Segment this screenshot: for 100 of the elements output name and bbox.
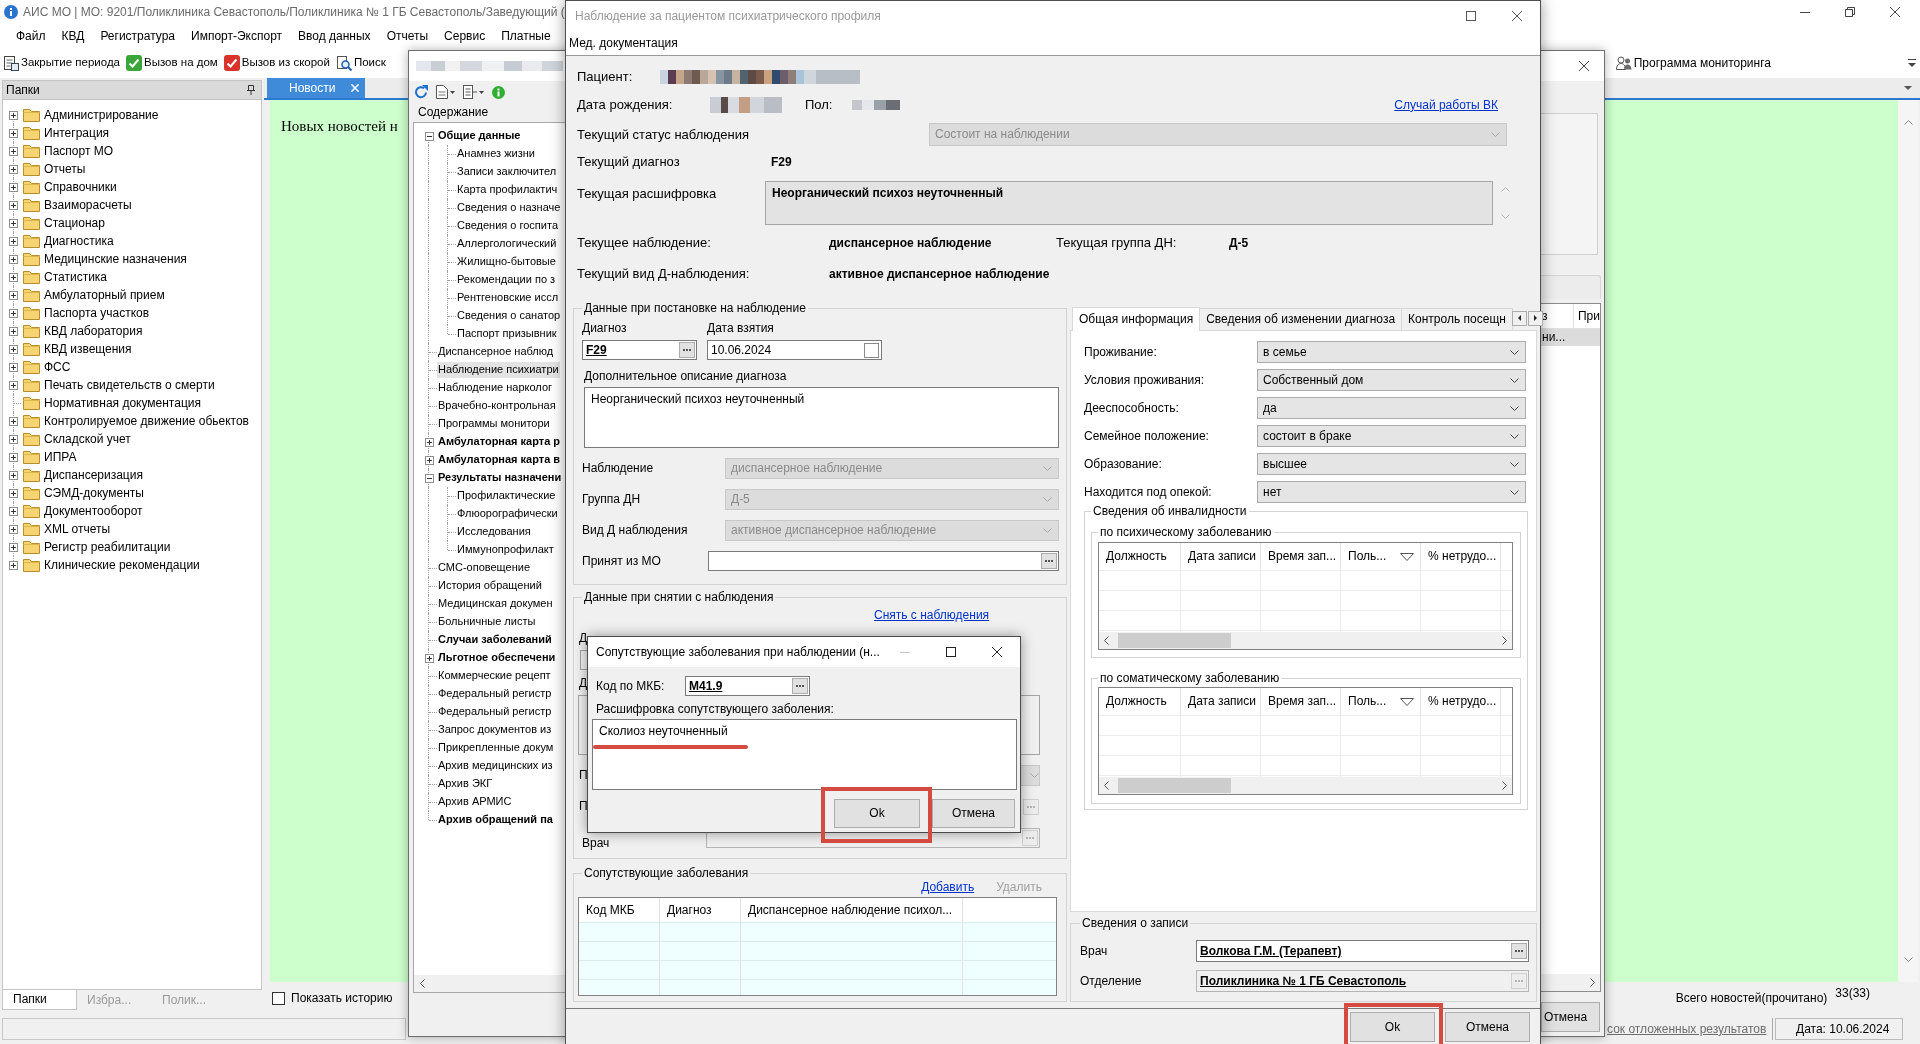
menu-item[interactable]: Сервис: [436, 28, 494, 44]
tree-item[interactable]: Сведения о госпита: [456, 218, 559, 234]
column-header[interactable]: При: [1574, 304, 1600, 328]
plus-icon[interactable]: [8, 344, 18, 354]
dialog-button[interactable]: Ok: [834, 799, 920, 828]
chevron-down-icon[interactable]: [1903, 957, 1913, 962]
info-icon[interactable]: [492, 85, 505, 99]
tree-item[interactable]: Больничные листы: [437, 614, 537, 630]
input-field[interactable]: [580, 650, 587, 670]
chevron-left-icon[interactable]: [420, 979, 425, 988]
tree-item[interactable]: Регистр реабилитации: [44, 539, 171, 555]
plus-icon[interactable]: [8, 326, 18, 336]
tree-item[interactable]: Амбулаторная карта р: [437, 434, 562, 450]
tree-item[interactable]: Паспорта участков: [44, 305, 150, 321]
chevron-right-icon[interactable]: [1502, 636, 1507, 645]
chevron-right-icon[interactable]: [1502, 781, 1507, 790]
tree-item[interactable]: Карта профилактич: [456, 182, 559, 198]
column-header[interactable]: Дата записи: [1181, 688, 1261, 715]
tree-item[interactable]: Паспорт МО: [44, 143, 114, 159]
document-icon[interactable]: [436, 85, 448, 99]
caret-down-icon[interactable]: [479, 90, 484, 94]
plus-icon[interactable]: [424, 437, 434, 447]
text-area[interactable]: Неорганический психоз неуточненный: [765, 181, 1493, 225]
minus-icon[interactable]: [424, 131, 434, 141]
menu-item[interactable]: Файл: [8, 28, 54, 44]
checkbox[interactable]: [272, 991, 285, 1005]
text-area[interactable]: Неорганический психоз неуточненный: [584, 387, 1059, 448]
tree-item[interactable]: Запрос документов из: [437, 722, 553, 738]
tree-item[interactable]: Интеграция: [44, 125, 110, 141]
date-picker-button[interactable]: [864, 342, 879, 358]
plus-icon[interactable]: [8, 254, 18, 264]
link[interactable]: Добавить: [921, 880, 975, 894]
tree-item[interactable]: Исследования: [456, 524, 532, 540]
caret-down-icon[interactable]: [1904, 86, 1912, 90]
plus-icon[interactable]: [8, 560, 18, 570]
chevron-left-icon[interactable]: [1104, 636, 1109, 645]
tree-item[interactable]: Документооборот: [44, 503, 143, 519]
tree-item[interactable]: Стационар: [44, 215, 105, 231]
tree-item[interactable]: Архив АРМИС: [437, 794, 513, 810]
dropdown[interactable]: в семье: [1257, 341, 1526, 363]
menu-item[interactable]: Ввод данных: [290, 28, 379, 44]
column-header[interactable]: Дата записи: [1181, 543, 1261, 570]
tree-item[interactable]: Результаты назначени: [437, 470, 563, 486]
tree-item[interactable]: История обращений: [437, 578, 543, 594]
tree-item[interactable]: Прикрепленные докум: [437, 740, 555, 756]
tree-item[interactable]: ФСС: [44, 359, 71, 375]
plus-icon[interactable]: [8, 380, 18, 390]
link[interactable]: Случай работы ВК: [1394, 97, 1498, 113]
tree-item[interactable]: Аллергологический: [456, 236, 558, 252]
plus-icon[interactable]: [8, 290, 18, 300]
dropdown[interactable]: высшее: [1257, 453, 1526, 475]
tree-item[interactable]: Профилактические: [456, 488, 557, 504]
input-field[interactable]: Поликлиника № 1 ГБ Севастополь: [1196, 970, 1529, 992]
tree-item[interactable]: Федеральный регистр: [437, 686, 553, 702]
plus-icon[interactable]: [8, 524, 18, 534]
tree-item[interactable]: Общие данные: [437, 128, 522, 144]
plus-icon[interactable]: [424, 653, 434, 663]
input-field[interactable]: [708, 551, 1059, 571]
maximize-icon[interactable]: [946, 647, 956, 657]
tree-item[interactable]: Федеральный регистр: [437, 704, 553, 720]
plus-icon[interactable]: [8, 434, 18, 444]
text-area[interactable]: Сколиоз неуточненный: [592, 719, 1017, 790]
refresh-icon[interactable]: [414, 85, 428, 99]
menu-item[interactable]: Платные: [493, 28, 559, 44]
chevron-up-icon[interactable]: [1903, 120, 1913, 125]
close-icon[interactable]: [1512, 11, 1522, 21]
plus-icon[interactable]: [8, 416, 18, 426]
column-header[interactable]: % нетрудо...: [1421, 688, 1501, 715]
plus-icon[interactable]: [8, 146, 18, 156]
tree-item[interactable]: КВД лаборатория: [44, 323, 143, 339]
plus-icon[interactable]: [8, 128, 18, 138]
table-row[interactable]: ни...: [1541, 329, 1600, 346]
dialog-button[interactable]: Отмена: [1445, 1012, 1530, 1042]
input-field[interactable]: Волкова Г.М. (Терапевт): [1196, 940, 1529, 962]
plus-icon[interactable]: [8, 452, 18, 462]
scrollbar[interactable]: [1099, 632, 1512, 649]
dropdown[interactable]: Собственный дом: [1257, 369, 1526, 391]
caret-down-icon[interactable]: [1908, 58, 1916, 68]
plus-icon[interactable]: [8, 110, 18, 120]
plus-icon[interactable]: [8, 488, 18, 498]
scrollbar-thumb[interactable]: [1118, 633, 1231, 648]
tree-item[interactable]: Рекомендации по з: [456, 272, 557, 288]
minus-icon[interactable]: [424, 473, 434, 483]
plus-icon[interactable]: [8, 272, 18, 282]
chevron-left-icon[interactable]: [1104, 781, 1109, 790]
tree-item[interactable]: Случаи заболеваний: [437, 632, 553, 648]
scrollbar[interactable]: [1099, 777, 1512, 794]
toolbar-button[interactable]: Закрытие периода: [2, 52, 121, 74]
tree-item[interactable]: Сведения о санатор: [456, 308, 562, 324]
caret-down-icon[interactable]: [450, 90, 455, 94]
plus-icon[interactable]: [8, 542, 18, 552]
tree-item[interactable]: Врачебно-контрольная: [437, 398, 557, 414]
plus-icon[interactable]: [8, 362, 18, 372]
tree-item[interactable]: Контролируемое движение обьектов: [44, 413, 249, 429]
column-header[interactable]: % нетрудо...: [1421, 543, 1501, 570]
tree-item[interactable]: Наблюдение психиатри: [437, 362, 560, 378]
tree-item[interactable]: Диспансеризация: [44, 467, 143, 483]
menu-item[interactable]: Регистратура: [92, 28, 184, 44]
input-field[interactable]: M41.9: [685, 676, 810, 696]
filter-icon[interactable]: [1400, 697, 1414, 706]
